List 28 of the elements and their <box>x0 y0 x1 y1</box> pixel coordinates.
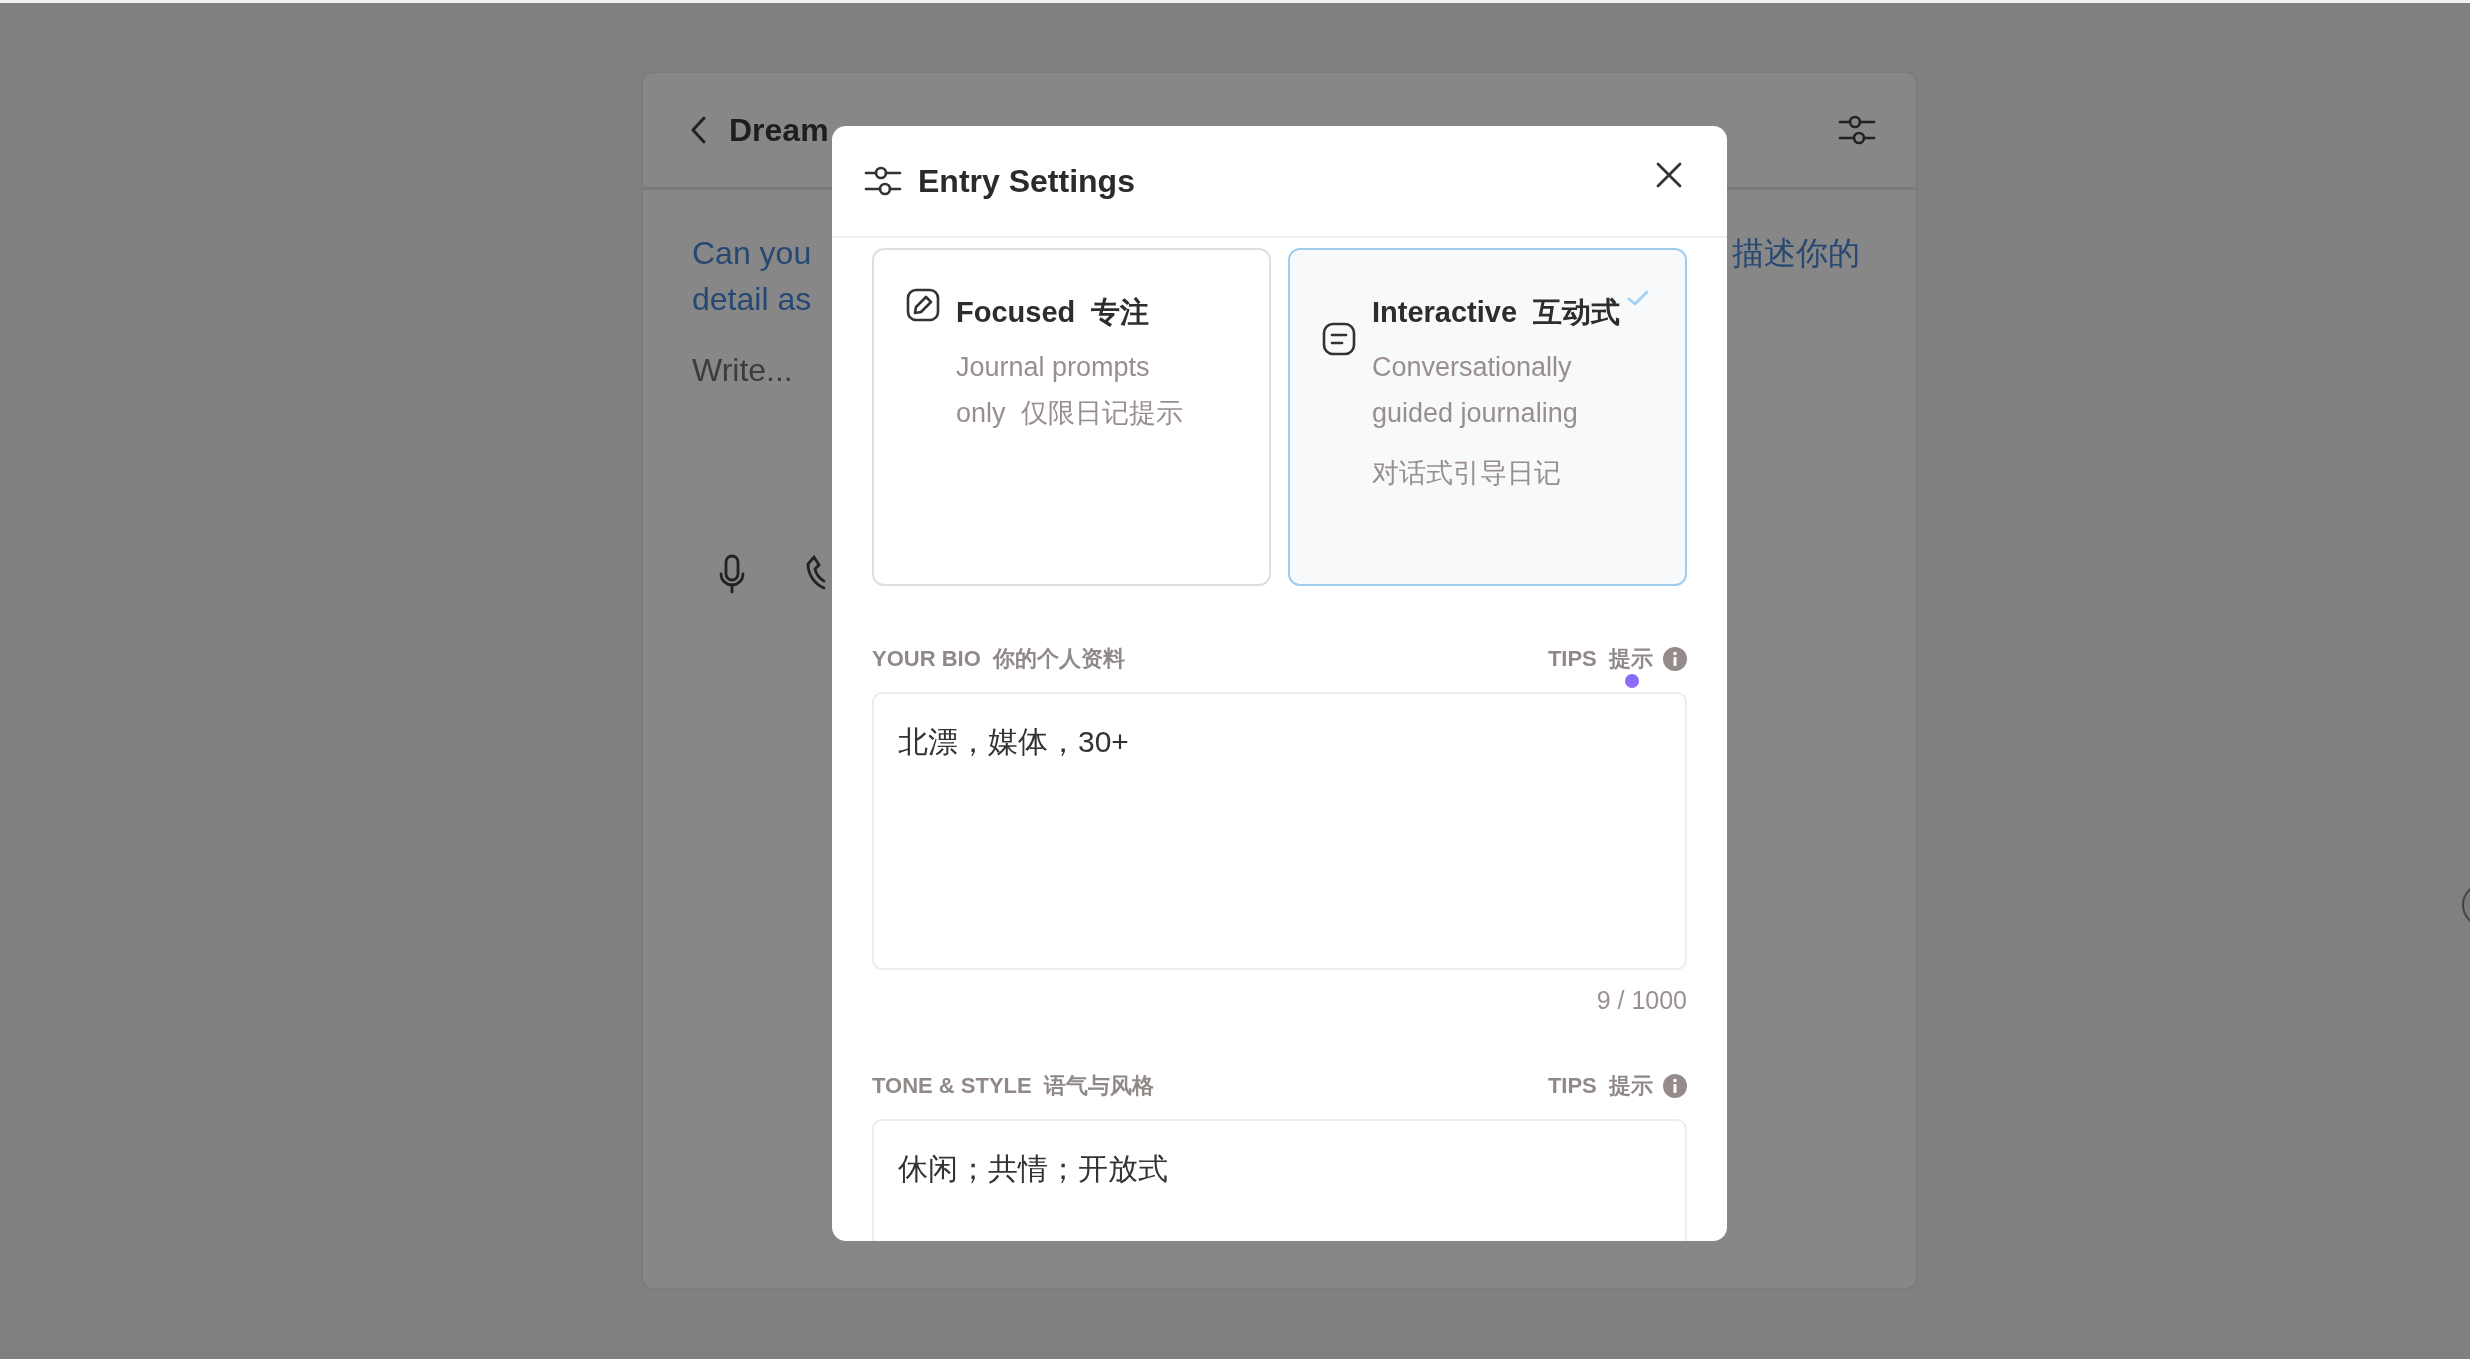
phone-icon[interactable] <box>806 554 826 590</box>
cursor-dot <box>1625 674 1639 688</box>
checkmark-icon <box>1627 290 1649 306</box>
text-square-icon <box>1322 322 1356 356</box>
microphone-icon[interactable] <box>718 554 746 594</box>
text-area-field[interactable]: 北漂，媒体，30+ <box>872 692 1687 970</box>
journal-title: Dream <box>729 111 830 149</box>
prompt-text: Can you <box>692 234 812 273</box>
settings-sliders-icon[interactable] <box>1838 113 1876 147</box>
info-icon <box>1663 1074 1687 1098</box>
mode-title: Focused 专注 <box>956 295 1151 330</box>
mode-description: Journal prompts only 仅限日记提示 <box>956 351 1184 430</box>
field-label: TONE & STYLE 语气与风格 <box>872 1072 1154 1100</box>
character-counter: 9 / 1000 <box>1596 986 1687 1015</box>
text-area-field[interactable]: 休闲；共情；开放式 <box>872 1119 1687 1241</box>
pencil-square-icon <box>906 288 940 322</box>
settings-sliders-icon[interactable] <box>864 164 902 198</box>
mode-option-card[interactable]: Interactive 互动式 Conversationally guided journaling 对话式引导日记 <box>1288 248 1687 586</box>
mode-title: Interactive 互动式 <box>1372 295 1622 330</box>
dialog-title: Entry Settings <box>918 162 1136 200</box>
field-label: YOUR BIO 你的个人资料 <box>872 645 1125 673</box>
mode-description: Conversationally guided journaling <box>1372 351 1579 430</box>
mode-option-card[interactable]: Focused 专注 Journal prompts only 仅限日记提示 <box>872 248 1271 586</box>
prompt-text: detail as <box>692 280 812 319</box>
mode-description: 对话式引导日记 <box>1372 457 1562 490</box>
back-chevron-icon[interactable] <box>689 115 707 145</box>
prompt-text: 描述你的 <box>1732 234 1860 273</box>
info-icon <box>1663 647 1687 671</box>
